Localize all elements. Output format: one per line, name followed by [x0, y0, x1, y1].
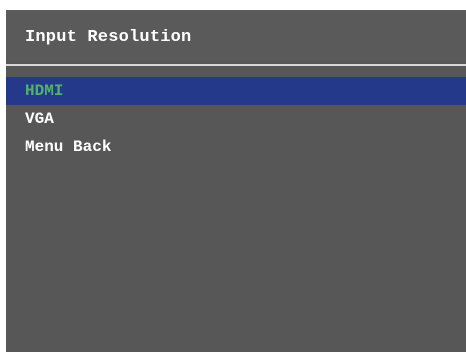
osd-header: Input Resolution — [6, 10, 466, 62]
menu-title: Input Resolution — [25, 28, 192, 47]
menu-item-menu-back[interactable]: Menu Back — [6, 133, 466, 161]
osd-menu-panel: Input Resolution HDMI VGA Menu Back — [6, 10, 466, 352]
title-divider — [6, 64, 466, 66]
menu-list: HDMI VGA Menu Back — [6, 77, 466, 161]
menu-item-hdmi[interactable]: HDMI — [6, 77, 466, 105]
menu-item-vga[interactable]: VGA — [6, 105, 466, 133]
